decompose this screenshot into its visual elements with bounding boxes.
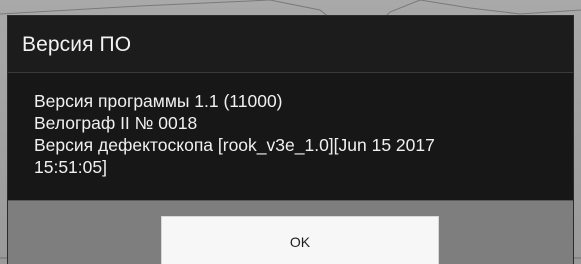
dialog-message: Версия программы 1.1 (11000) Велограф II… [34, 90, 554, 178]
program-version-text: Версия программы 1.1 (11000) [34, 91, 283, 111]
detector-version-text: Версия дефектоскопа [rook_v3e_1.0][Jun 1… [34, 135, 435, 155]
device-serial-text: Велограф II № 0018 [34, 113, 198, 133]
software-version-dialog: Версия ПО Версия программы 1.1 (11000) В… [8, 16, 573, 264]
dialog-title: Версия ПО [22, 33, 132, 56]
dialog-title-bar: Версия ПО [8, 16, 573, 73]
detector-version-time-text: 15:51:05] [34, 157, 107, 177]
app-screen: Версия ПО Версия программы 1.1 (11000) В… [0, 0, 581, 264]
dialog-button-bar: OK [8, 200, 573, 264]
ok-button[interactable]: OK [161, 216, 439, 264]
